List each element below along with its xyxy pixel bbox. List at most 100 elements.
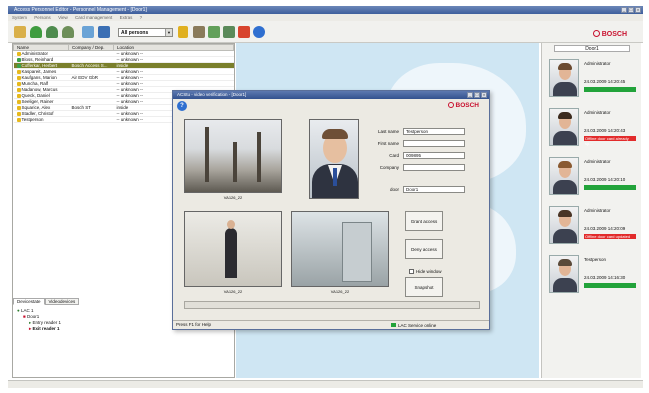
dialog-close-button[interactable]: × (481, 92, 487, 98)
lac-status: LAC Service online (391, 322, 436, 330)
chevron-down-icon: ▼ (165, 29, 172, 36)
bosch-logo: BOSCH (447, 102, 479, 109)
walking-person-head (227, 220, 235, 229)
grant-access-button[interactable]: Grant access (405, 211, 443, 231)
bosch-armature-icon (592, 30, 600, 37)
photo-body (553, 229, 577, 243)
dialog-titlebar[interactable]: ACStu - video verification - [Door1] _ □… (173, 91, 489, 99)
menu-help[interactable]: ? (140, 15, 143, 20)
maximize-button[interactable]: □ (628, 7, 634, 13)
camera-view-outdoor[interactable] (184, 119, 282, 193)
event-photo (549, 59, 579, 97)
window-title: Access Personnel Editor - Personnel Mana… (14, 7, 147, 13)
tree-node-exit-reader[interactable]: ▸ Exit reader 1 (17, 326, 61, 332)
last-name-label: Last name (377, 129, 399, 134)
menu-card-management[interactable]: Card management (75, 15, 112, 20)
event-item[interactable]: Administrator 24.03.2009 14:20:43 Offline … (546, 106, 638, 152)
tab-videodevices[interactable]: Videodevices (44, 298, 80, 305)
event-item[interactable]: Administrator 24.03.2009 14:20:09 Offline … (546, 204, 638, 250)
event-photo (549, 255, 579, 293)
event-photo (549, 206, 579, 244)
key-icon[interactable] (178, 26, 188, 38)
event-photo (549, 157, 579, 195)
event-status-badge: Offline door card already sp... (584, 136, 636, 146)
video-verification-dialog: ACStu - video verification - [Door1] _ □… (172, 90, 490, 330)
person-filter-select[interactable]: All persons ▼ (118, 28, 173, 37)
person-edit-icon[interactable] (46, 26, 58, 38)
help-icon[interactable] (253, 26, 265, 38)
person-status-icon (16, 69, 21, 74)
bosch-logo: BOSCH (592, 30, 627, 38)
camera-view-turnstile[interactable] (291, 211, 389, 287)
company-label: Company (379, 165, 399, 170)
person-add-icon[interactable] (30, 26, 42, 38)
print-icon[interactable] (82, 26, 94, 38)
first-name-field[interactable] (403, 140, 465, 147)
minimize-button[interactable]: _ (621, 7, 627, 13)
person-status-icon (16, 51, 21, 56)
settings-icon[interactable] (223, 26, 235, 38)
status-bar (8, 380, 643, 388)
person-delete-icon[interactable] (62, 26, 74, 38)
person-status-icon (16, 57, 21, 62)
menu-extras[interactable]: Extras (120, 15, 133, 20)
snapshot-button[interactable]: Snapshot (405, 277, 443, 297)
photo-body (553, 131, 577, 145)
help-icon[interactable]: ? (177, 101, 187, 111)
event-panel-header: Door1 (554, 45, 630, 52)
close-button[interactable]: × (635, 7, 641, 13)
event-item[interactable]: Administrator 24.03.2009 14:20:45 (546, 57, 638, 103)
event-time: 24.03.2009 14:20:43 (584, 128, 626, 133)
left-tabs: Devicestate Videodevices (13, 298, 80, 305)
photo-hair (558, 63, 572, 70)
menu-bar: System Persons View Card management Extr… (8, 14, 643, 21)
hide-window-checkbox[interactable] (409, 269, 414, 274)
group-icon[interactable] (208, 26, 220, 38)
menu-view[interactable]: View (58, 15, 68, 20)
dialog-maximize-button[interactable]: □ (474, 92, 480, 98)
dialog-header: ? BOSCH (173, 99, 489, 113)
window-titlebar[interactable]: Access Personnel Editor - Personnel Mana… (8, 6, 643, 14)
person-status-icon (16, 75, 21, 80)
tree-shape (233, 142, 237, 182)
menu-persons[interactable]: Persons (34, 15, 51, 20)
online-led-icon (391, 323, 396, 327)
event-status-badge: Offline door card updated (584, 234, 636, 239)
monitor-icon[interactable] (238, 26, 250, 38)
tab-devicestate[interactable]: Devicestate (13, 298, 45, 305)
event-photo (549, 108, 579, 146)
deny-access-button[interactable]: Deny access (405, 239, 443, 259)
menu-system[interactable]: System (12, 15, 27, 20)
card-label: Card (389, 153, 399, 158)
person-name-cell: Testperson (13, 116, 69, 123)
toolbar: All persons ▼ BOSCH (8, 21, 643, 43)
person-filter-value: All persons (121, 30, 149, 36)
card-field[interactable]: 009895 (403, 152, 465, 159)
event-person: Administrator (584, 61, 611, 66)
event-item[interactable]: Testperson 24.03.2009 14:16:30 (546, 253, 638, 299)
door-label: door (389, 187, 399, 192)
camera-view-corridor[interactable] (184, 211, 282, 287)
portrait-tie (333, 168, 337, 186)
person-status-icon (16, 63, 21, 68)
door-icon[interactable] (193, 26, 205, 38)
company-field[interactable] (403, 164, 465, 171)
camera-label: VA126_22 (223, 195, 243, 200)
hide-window-option[interactable]: Hide window (409, 269, 442, 274)
event-status-badge (584, 283, 636, 288)
dialog-scrollbar[interactable] (184, 301, 480, 309)
person-portrait (309, 119, 359, 199)
event-item[interactable]: Administrator 24.03.2009 14:20:10 (546, 155, 638, 201)
report-icon[interactable] (98, 26, 110, 38)
card-icon[interactable] (14, 26, 26, 38)
event-person: Testperson (584, 257, 607, 262)
event-status-badge (584, 185, 636, 190)
door-field[interactable]: Door1 (403, 186, 465, 193)
walking-person-shape (225, 228, 237, 278)
first-name-label: First name (377, 141, 399, 146)
last-name-field[interactable]: Testperson (403, 128, 465, 135)
person-status-icon (16, 93, 21, 98)
dialog-minimize-button[interactable]: _ (467, 92, 473, 98)
photo-body (553, 82, 577, 96)
event-status-badge (584, 87, 636, 92)
